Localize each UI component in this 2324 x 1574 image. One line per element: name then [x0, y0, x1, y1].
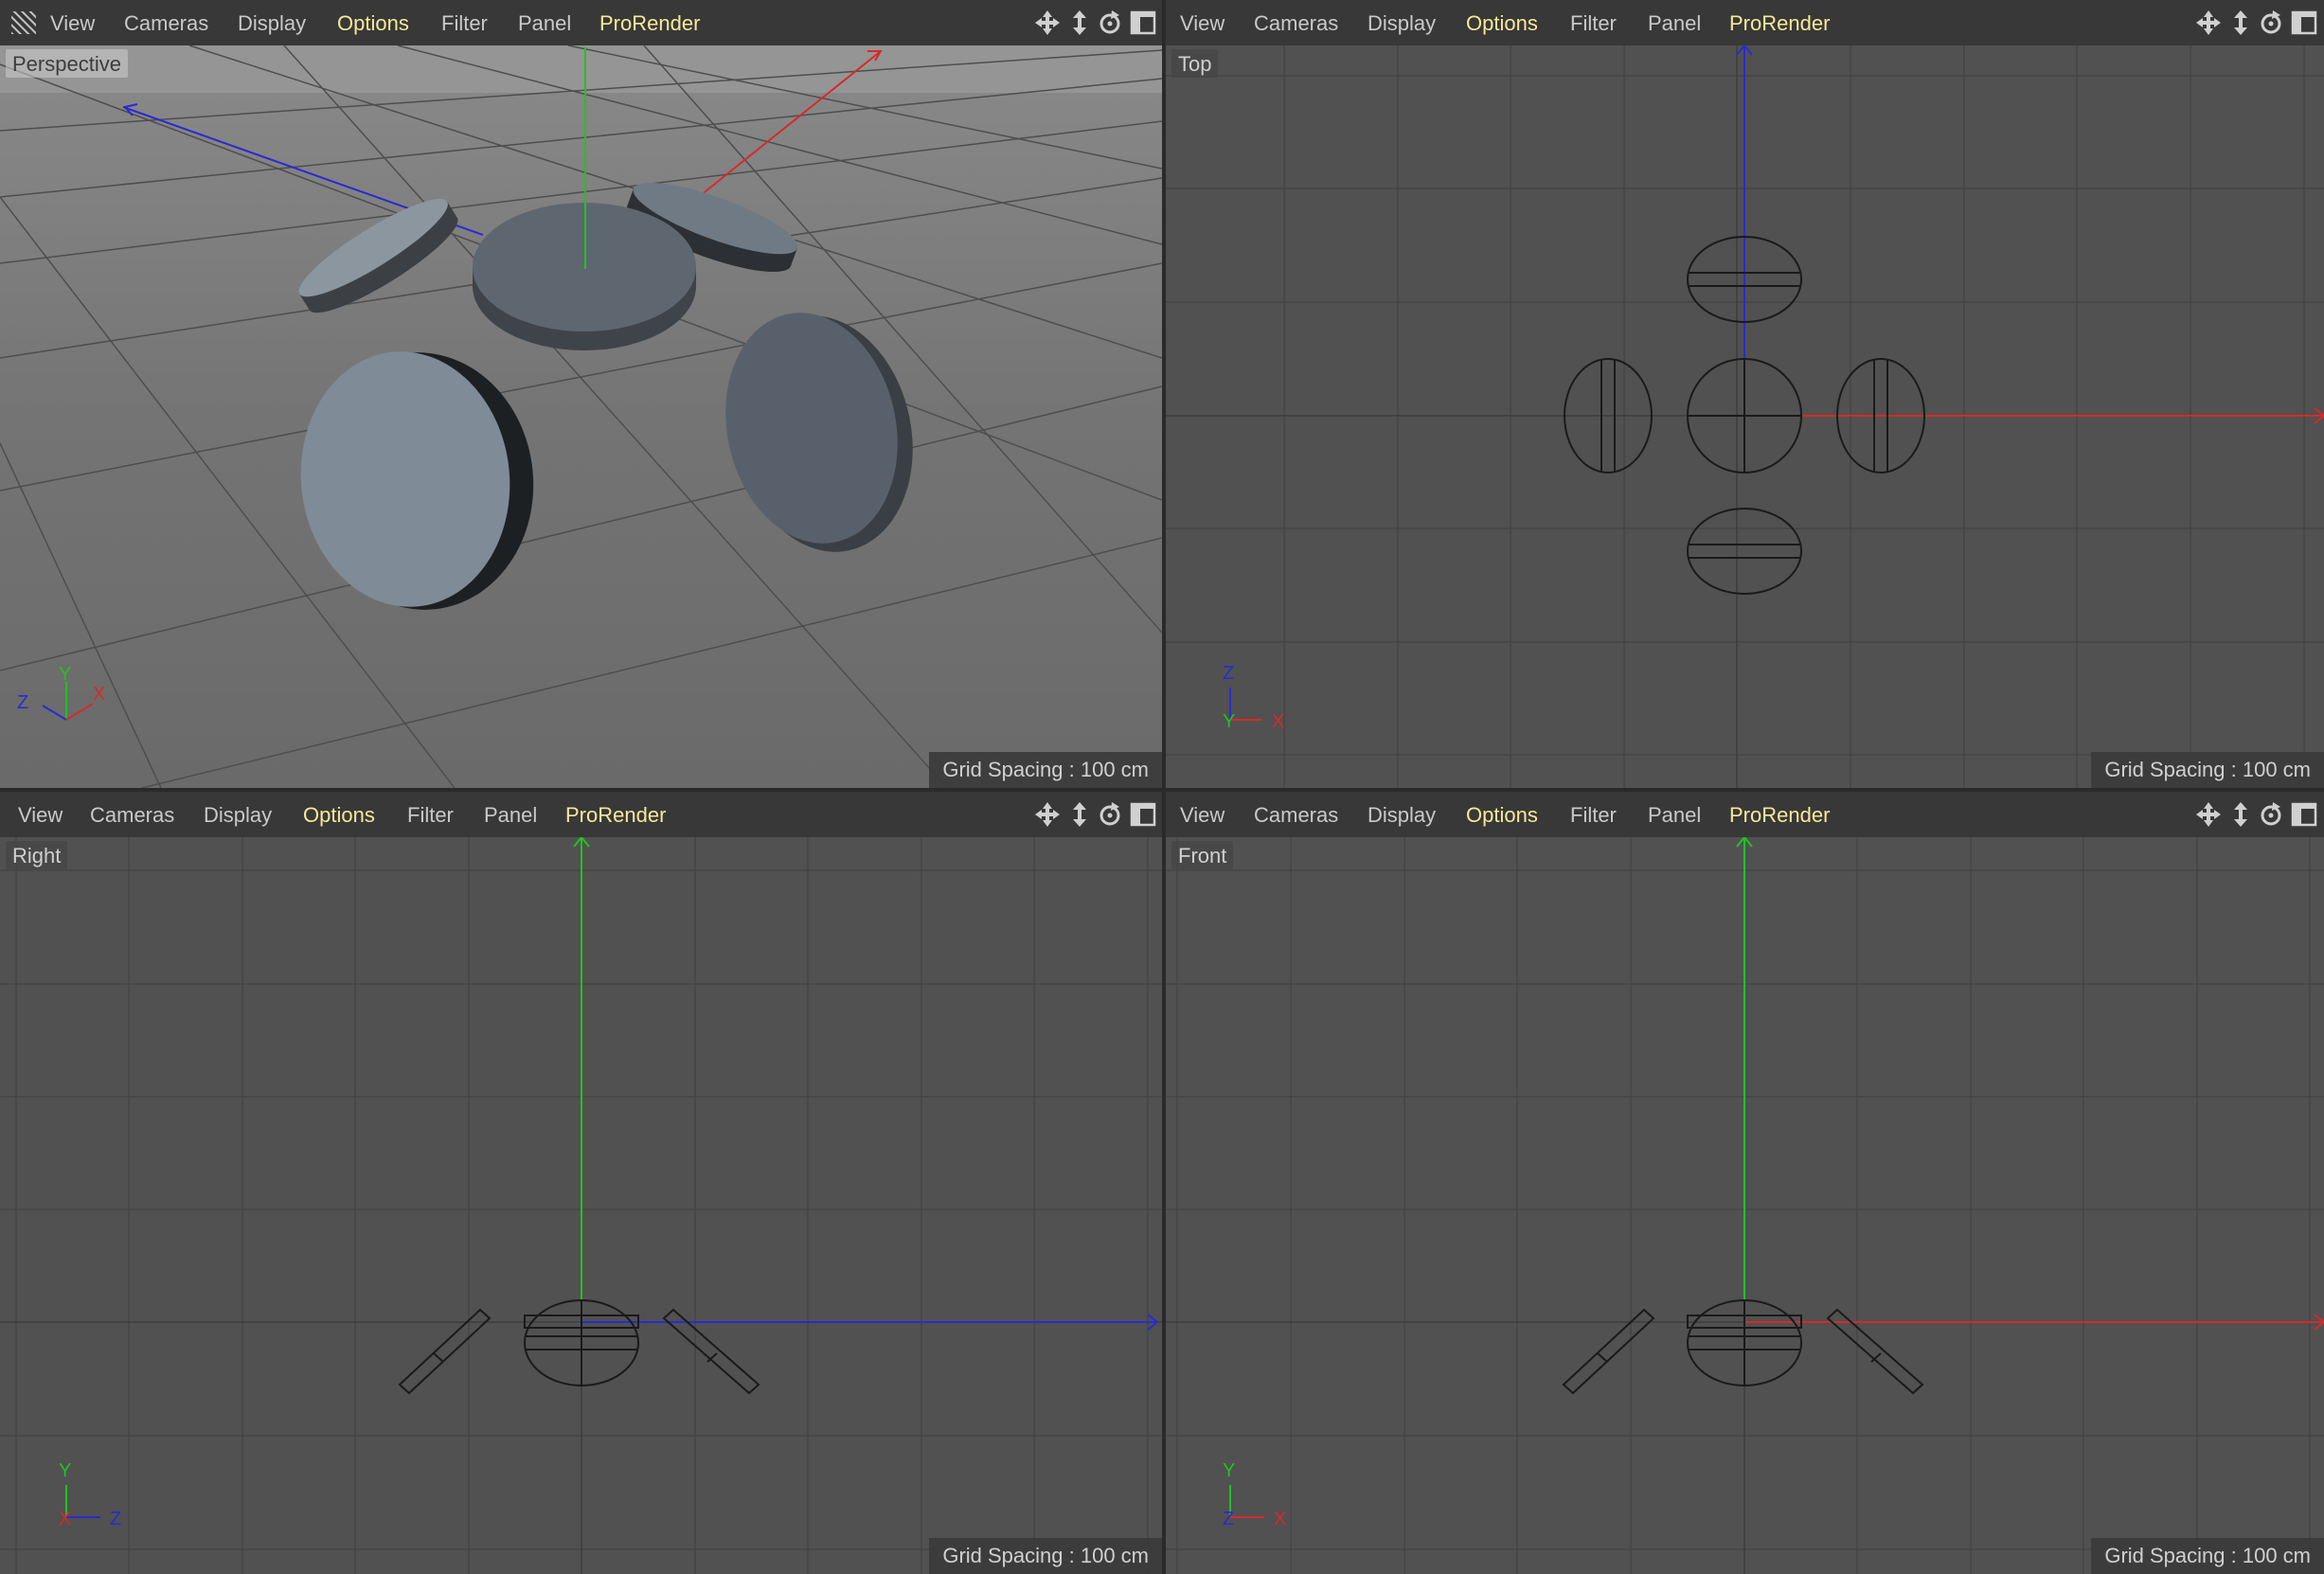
- gizmo-label-x: X: [1272, 711, 1284, 732]
- gizmo-label-x: X: [59, 1509, 71, 1529]
- gizmo-label-y: Y: [1223, 1460, 1235, 1481]
- menu-cameras[interactable]: Cameras: [1254, 0, 1338, 45]
- zoom-view-icon[interactable]: [1066, 9, 1093, 36]
- grid-spacing-readout: Grid Spacing : 100 cm: [2091, 1538, 2324, 1574]
- viewport-divider-horizontal[interactable]: [0, 788, 2324, 792]
- menu-panel[interactable]: Panel: [484, 792, 537, 837]
- menu-filter[interactable]: Filter: [1570, 792, 1617, 837]
- menu-filter[interactable]: Filter: [441, 0, 488, 45]
- menu-options[interactable]: Options: [1466, 792, 1538, 837]
- viewport-divider-vertical[interactable]: [1162, 0, 1166, 1574]
- menu-display[interactable]: Display: [1368, 0, 1436, 45]
- menu-prorender[interactable]: ProRender: [1729, 0, 1830, 45]
- gizmo-label-z: Z: [17, 692, 28, 713]
- menu-view[interactable]: View: [1180, 0, 1225, 45]
- right-canvas[interactable]: Y X Z: [0, 837, 1162, 1574]
- maximize-view-icon[interactable]: [2291, 801, 2317, 828]
- menu-cameras[interactable]: Cameras: [90, 792, 174, 837]
- gizmo-label-z: Z: [110, 1509, 121, 1529]
- menu-panel[interactable]: Panel: [1648, 0, 1701, 45]
- menu-display[interactable]: Display: [204, 792, 272, 837]
- grid-spacing-readout: Grid Spacing : 100 cm: [929, 752, 1162, 788]
- maximize-view-icon[interactable]: [1130, 801, 1156, 828]
- menu-display[interactable]: Display: [238, 0, 306, 45]
- panel-grip-icon[interactable]: [11, 11, 36, 34]
- menu-view[interactable]: View: [1180, 792, 1225, 837]
- top-canvas[interactable]: Z Y X: [1166, 45, 2324, 788]
- menu-options[interactable]: Options: [337, 0, 409, 45]
- grid-spacing-readout: Grid Spacing : 100 cm: [929, 1538, 1162, 1574]
- menu-prorender[interactable]: ProRender: [1729, 792, 1830, 837]
- menu-cameras[interactable]: Cameras: [1254, 792, 1338, 837]
- rotate-view-icon[interactable]: [2258, 801, 2284, 828]
- viewport-top[interactable]: View Cameras Display Options Filter Pane…: [1166, 0, 2324, 788]
- zoom-view-icon[interactable]: [1066, 801, 1093, 828]
- zoom-view-icon[interactable]: [2227, 9, 2254, 36]
- menu-display[interactable]: Display: [1368, 792, 1436, 837]
- menu-filter[interactable]: Filter: [407, 792, 454, 837]
- viewport-label-right[interactable]: Right: [6, 841, 68, 869]
- move-view-icon[interactable]: [1034, 801, 1061, 828]
- viewport-menubar: View Cameras Display Options Filter Pane…: [0, 0, 1162, 45]
- menu-filter[interactable]: Filter: [1570, 0, 1617, 45]
- gizmo-label-y: Y: [1223, 711, 1235, 732]
- front-canvas[interactable]: Y Z X: [1166, 837, 2324, 1574]
- perspective-canvas[interactable]: Y X Z: [0, 45, 1162, 788]
- gizmo-label-z: Z: [1223, 663, 1234, 684]
- menu-prorender[interactable]: ProRender: [565, 792, 666, 837]
- move-view-icon[interactable]: [1034, 9, 1061, 36]
- rotate-view-icon[interactable]: [2258, 9, 2284, 36]
- viewport-menubar: View Cameras Display Options Filter Pane…: [1166, 0, 2324, 45]
- menu-panel[interactable]: Panel: [518, 0, 571, 45]
- menu-view[interactable]: View: [50, 0, 95, 45]
- menu-panel[interactable]: Panel: [1648, 792, 1701, 837]
- viewport-perspective[interactable]: View Cameras Display Options Filter Pane…: [0, 0, 1162, 788]
- move-view-icon[interactable]: [2195, 9, 2222, 36]
- rotate-view-icon[interactable]: [1097, 9, 1123, 36]
- viewport-right[interactable]: View Cameras Display Options Filter Pane…: [0, 792, 1162, 1574]
- rotate-view-icon[interactable]: [1097, 801, 1123, 828]
- maximize-view-icon[interactable]: [2291, 9, 2317, 36]
- menu-prorender[interactable]: ProRender: [599, 0, 700, 45]
- menu-view[interactable]: View: [18, 792, 63, 837]
- gizmo-label-x: X: [1274, 1509, 1286, 1529]
- maximize-view-icon[interactable]: [1130, 9, 1156, 36]
- move-view-icon[interactable]: [2195, 801, 2222, 828]
- menu-options[interactable]: Options: [1466, 0, 1538, 45]
- menu-cameras[interactable]: Cameras: [124, 0, 208, 45]
- viewport-front[interactable]: View Cameras Display Options Filter Pane…: [1166, 792, 2324, 1574]
- viewport-label-top[interactable]: Top: [1171, 49, 1219, 78]
- viewport-menubar: View Cameras Display Options Filter Pane…: [0, 792, 1162, 837]
- gizmo-label-y: Y: [59, 664, 71, 685]
- gizmo-label-x: X: [93, 684, 105, 705]
- gizmo-label-y: Y: [59, 1460, 71, 1481]
- viewport-menubar: View Cameras Display Options Filter Pane…: [1166, 792, 2324, 837]
- menu-options[interactable]: Options: [303, 792, 375, 837]
- zoom-view-icon[interactable]: [2227, 801, 2254, 828]
- grid-spacing-readout: Grid Spacing : 100 cm: [2091, 752, 2324, 788]
- viewport-label-perspective[interactable]: Perspective: [6, 49, 128, 78]
- gizmo-label-z: Z: [1223, 1509, 1234, 1529]
- viewport-label-front[interactable]: Front: [1171, 841, 1234, 869]
